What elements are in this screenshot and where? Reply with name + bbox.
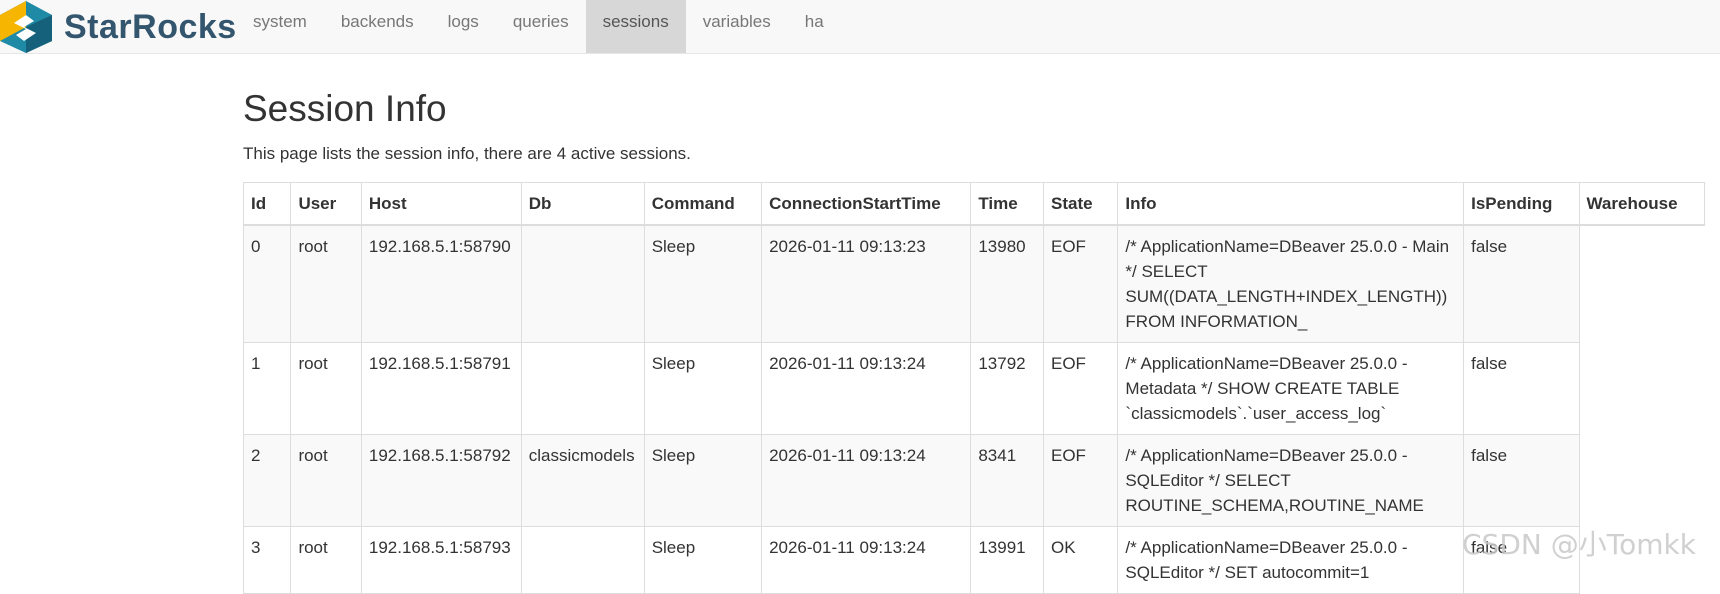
- cell-db: classicmodels: [520, 434, 645, 527]
- brand-name: StarRocks: [64, 7, 237, 46]
- cell-info: /* ApplicationName=DBeaver 25.0.0 - Main…: [1117, 224, 1465, 343]
- cell-host: 192.168.5.1:58790: [360, 224, 522, 343]
- column-header: Db: [520, 182, 645, 226]
- cell-connection-start-time: 2026-01-11 09:13:24: [761, 434, 972, 527]
- table-row: 2 root 192.168.5.1:58792 classicmodels S…: [242, 434, 1705, 527]
- column-header: User: [290, 182, 362, 226]
- page-title: Session Info: [243, 88, 447, 129]
- cell-time: 13980: [970, 224, 1044, 343]
- cell-warehouse: [1579, 342, 1705, 435]
- cell-connection-start-time: 2026-01-11 09:13:24: [761, 526, 972, 594]
- table-row: 0 root 192.168.5.1:58790 Sleep 2026-01-1…: [242, 224, 1705, 343]
- starrocks-logo-icon: [0, 1, 52, 53]
- top-navbar: StarRocks system backends logs queries s…: [0, 0, 1720, 54]
- cell-is-pending: false: [1463, 342, 1580, 435]
- cell-connection-start-time: 2026-01-11 09:13:23: [761, 224, 972, 343]
- cell-command: Sleep: [643, 434, 763, 527]
- cell-info: /* ApplicationName=DBeaver 25.0.0 - SQLE…: [1117, 526, 1465, 594]
- main-content: Session Info This page lists the session…: [242, 60, 1706, 594]
- cell-state: OK: [1042, 526, 1119, 594]
- cell-id: 2: [242, 434, 292, 527]
- cell-id: 3: [242, 526, 292, 594]
- nav-item-backends[interactable]: backends: [324, 0, 431, 53]
- cell-id: 0: [242, 224, 292, 343]
- cell-user: root: [290, 342, 362, 435]
- column-header: Id: [242, 182, 292, 226]
- nav-item-variables[interactable]: variables: [686, 0, 788, 53]
- cell-time: 13792: [970, 342, 1044, 435]
- cell-db: [520, 342, 645, 435]
- cell-id: 1: [242, 342, 292, 435]
- cell-connection-start-time: 2026-01-11 09:13:24: [761, 342, 972, 435]
- main-nav: system backends logs queries sessions va…: [236, 0, 841, 53]
- cell-user: root: [290, 224, 362, 343]
- column-header: Time: [970, 182, 1044, 226]
- cell-is-pending: false: [1463, 224, 1580, 343]
- cell-is-pending: false: [1463, 434, 1580, 527]
- nav-item-queries[interactable]: queries: [496, 0, 586, 53]
- cell-db: [520, 224, 645, 343]
- cell-host: 192.168.5.1:58791: [360, 342, 522, 435]
- table-header-row: Id User Host Db Command ConnectionStartT…: [242, 182, 1706, 226]
- column-header: Warehouse: [1578, 182, 1706, 226]
- nav-item-logs[interactable]: logs: [431, 0, 496, 53]
- cell-command: Sleep: [643, 224, 763, 343]
- cell-host: 192.168.5.1:58792: [360, 434, 522, 527]
- column-header: Host: [360, 182, 522, 226]
- cell-time: 8341: [970, 434, 1044, 527]
- table-row: 1 root 192.168.5.1:58791 Sleep 2026-01-1…: [242, 342, 1705, 435]
- cell-db: [520, 526, 645, 594]
- cell-state: EOF: [1042, 224, 1119, 343]
- cell-warehouse: [1579, 225, 1705, 343]
- column-header: IsPending: [1463, 182, 1580, 226]
- nav-item-sessions[interactable]: sessions: [585, 0, 686, 53]
- brand-logo[interactable]: StarRocks: [0, 0, 237, 54]
- cell-user: root: [290, 526, 362, 594]
- column-header: Info: [1117, 182, 1465, 226]
- cell-info: /* ApplicationName=DBeaver 25.0.0 - Meta…: [1117, 342, 1465, 435]
- cell-warehouse: [1579, 434, 1705, 527]
- cell-host: 192.168.5.1:58793: [360, 526, 522, 594]
- page-description: This page lists the session info, there …: [243, 144, 691, 163]
- nav-item-system[interactable]: system: [236, 0, 324, 53]
- nav-item-ha[interactable]: ha: [788, 0, 841, 53]
- cell-time: 13991: [970, 526, 1044, 594]
- watermark: CSDN @小Tomkk: [1462, 528, 1696, 561]
- cell-state: EOF: [1042, 342, 1119, 435]
- column-header: State: [1042, 182, 1119, 226]
- cell-command: Sleep: [643, 526, 763, 594]
- cell-info: /* ApplicationName=DBeaver 25.0.0 - SQLE…: [1117, 434, 1465, 527]
- column-header: ConnectionStartTime: [761, 182, 972, 226]
- column-header: Command: [643, 182, 763, 226]
- cell-command: Sleep: [643, 342, 763, 435]
- cell-user: root: [290, 434, 362, 527]
- cell-state: EOF: [1042, 434, 1119, 527]
